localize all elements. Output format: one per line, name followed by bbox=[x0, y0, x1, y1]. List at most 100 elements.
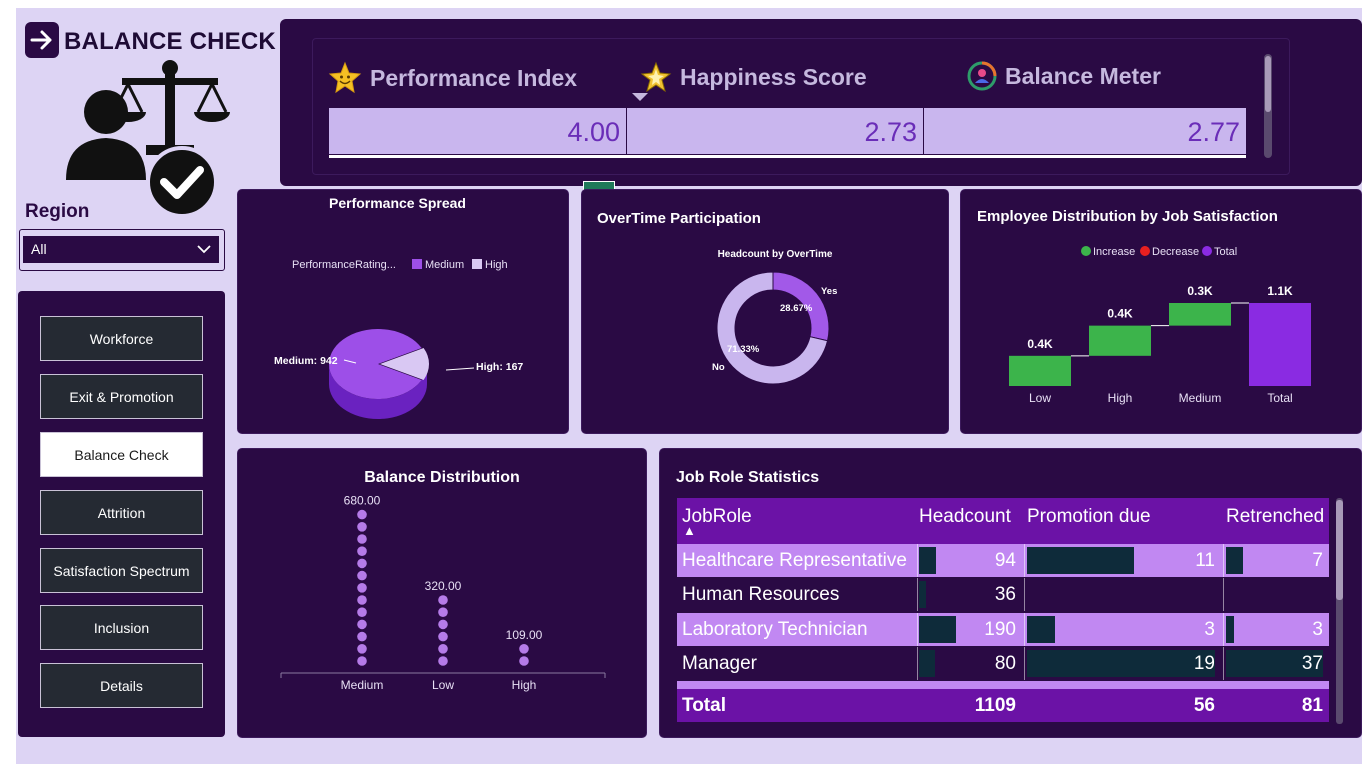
legend-total: Total bbox=[1214, 246, 1237, 258]
table-total-row: Total 1109 56 81 bbox=[677, 689, 1329, 722]
cell-headcount: 190 bbox=[984, 619, 1016, 640]
legend-swatch-medium bbox=[412, 259, 422, 269]
legend-increase: Increase bbox=[1093, 246, 1135, 258]
smiling-star-icon bbox=[328, 61, 362, 94]
waterfall-value-low: 0.4K bbox=[1027, 337, 1053, 351]
dot-value-medium: 680.00 bbox=[344, 494, 381, 508]
col-headcount[interactable]: Headcount bbox=[919, 498, 1011, 536]
dot-low bbox=[438, 631, 448, 642]
kpi-performance-value: 4.00 bbox=[329, 108, 626, 154]
cell-retrenched: 37 bbox=[1301, 653, 1323, 674]
dot-high bbox=[519, 644, 529, 654]
table-header: JobRole ▲ Headcount Promotion due Retren… bbox=[677, 498, 1329, 544]
col-retrenched[interactable]: Retrenched bbox=[1226, 498, 1324, 536]
dot-high bbox=[519, 656, 529, 666]
dot-medium bbox=[357, 619, 367, 630]
legend-label-medium: Medium bbox=[425, 259, 464, 271]
table-scrollbar[interactable] bbox=[1336, 498, 1343, 724]
dot-medium bbox=[357, 546, 367, 556]
dot-low bbox=[438, 595, 448, 605]
legend-decrease: Decrease bbox=[1152, 246, 1199, 258]
legend-dot-decrease bbox=[1140, 246, 1150, 256]
performance-spread-panel: Performance Spread PerformanceRating... … bbox=[238, 190, 568, 433]
waterfall-category-medium: Medium bbox=[1179, 391, 1222, 405]
region-dropdown[interactable]: All bbox=[19, 229, 225, 271]
pie-label-high: High: 167 bbox=[476, 361, 523, 373]
waterfall-chart: Increase Decrease Total 0.4K Low 0.4K High 0… bbox=[1009, 246, 1311, 405]
balance-meter-icon bbox=[967, 61, 997, 91]
legend-dot-total bbox=[1202, 246, 1212, 256]
dot-medium bbox=[357, 534, 367, 544]
cell-headcount: 94 bbox=[994, 550, 1016, 571]
kpi-scrollbar[interactable] bbox=[1264, 54, 1272, 158]
table-row[interactable]: Human Resources 36 bbox=[677, 578, 1329, 611]
table-row[interactable]: Laboratory Technician 190 3 3 bbox=[677, 613, 1329, 646]
dot-value-low: 320.00 bbox=[425, 579, 462, 593]
total-retrenched: 81 bbox=[1301, 695, 1323, 716]
sort-asc-icon: ▲ bbox=[683, 523, 696, 538]
dot-plot-chart: 680.00 Medium 320.00 Low 109.00 High bbox=[280, 494, 606, 692]
region-value: All bbox=[31, 241, 47, 257]
donut-label-no: No bbox=[712, 362, 725, 373]
waterfall-bar-low bbox=[1009, 355, 1071, 386]
cell-jobrole: Healthcare Representative bbox=[682, 550, 907, 571]
kpi-balance-label: Balance Meter bbox=[1005, 62, 1161, 89]
table-row[interactable]: Healthcare Representative 94 11 7 bbox=[677, 544, 1329, 577]
nav-balance-check[interactable]: Balance Check bbox=[40, 432, 203, 477]
dot-low bbox=[438, 619, 448, 630]
col-promotion[interactable]: Promotion due bbox=[1027, 498, 1151, 536]
sort-caret-icon bbox=[632, 93, 648, 101]
dot-category-high: High bbox=[512, 678, 537, 692]
dot-medium bbox=[357, 607, 367, 617]
table-row[interactable]: Manager 80 19 37 bbox=[677, 647, 1329, 680]
cell-headcount: 36 bbox=[994, 584, 1016, 605]
cell-retrenched: 3 bbox=[1312, 619, 1323, 640]
balance-scale-person-icon bbox=[66, 60, 230, 218]
job-satisfaction-panel: Employee Distribution by Job Satisfactio… bbox=[961, 190, 1361, 433]
nav-satisfaction-spectrum[interactable]: Satisfaction Spectrum bbox=[40, 548, 203, 593]
dot-medium bbox=[357, 509, 367, 520]
page-title: BALANCE CHECK bbox=[64, 28, 276, 55]
pie-label-medium: Medium: 942 bbox=[274, 355, 338, 367]
overtime-donut-chart: Headcount by OverTime 28.67% 71.33% Yes … bbox=[712, 249, 837, 385]
nav-details[interactable]: Details bbox=[40, 663, 203, 708]
cell-jobrole: Manager bbox=[682, 653, 757, 674]
donut-pct-no: 71.33% bbox=[727, 344, 760, 355]
cell-retrenched: 7 bbox=[1312, 550, 1323, 571]
waterfall-bar-medium bbox=[1169, 303, 1231, 326]
kpi-performance-label: Performance Index bbox=[370, 64, 578, 91]
donut-subtitle: Headcount by OverTime bbox=[718, 249, 833, 260]
kpi-balance-value: 2.77 bbox=[924, 108, 1246, 154]
table-row-partial bbox=[677, 681, 1329, 689]
dot-low bbox=[438, 644, 448, 654]
back-button[interactable] bbox=[25, 22, 59, 58]
dot-medium bbox=[357, 631, 367, 642]
dot-value-high: 109.00 bbox=[506, 628, 543, 642]
chevron-down-icon bbox=[197, 245, 211, 254]
dot-medium bbox=[357, 644, 367, 654]
nav-workforce[interactable]: Workforce bbox=[40, 316, 203, 361]
donut bbox=[716, 271, 830, 385]
cell-jobrole: Laboratory Technician bbox=[682, 619, 868, 640]
total-headcount: 1109 bbox=[974, 695, 1016, 716]
nav-attrition[interactable]: Attrition bbox=[40, 490, 203, 535]
dot-low bbox=[438, 656, 448, 666]
dot-medium bbox=[357, 656, 367, 666]
legend-title: PerformanceRating... bbox=[292, 259, 396, 271]
cell-retrenched bbox=[1226, 578, 1323, 611]
waterfall-value-high: 0.4K bbox=[1107, 307, 1133, 321]
kpi-happiness-value: 2.73 bbox=[627, 108, 923, 154]
job-role-title: Job Role Statistics bbox=[676, 469, 820, 486]
dot-category-low: Low bbox=[432, 678, 454, 692]
cell-promotion bbox=[1027, 578, 1215, 611]
nav-inclusion[interactable]: Inclusion bbox=[40, 605, 203, 650]
dot-low bbox=[438, 607, 448, 617]
cell-promotion: 3 bbox=[1204, 619, 1215, 640]
nav-exit-promotion[interactable]: Exit & Promotion bbox=[40, 374, 203, 419]
waterfall-bar-total bbox=[1249, 303, 1311, 386]
overtime-panel: OverTime Participation Headcount by Over… bbox=[582, 190, 948, 433]
waterfall-category-high: High bbox=[1108, 391, 1133, 405]
waterfall-value-medium: 0.3K bbox=[1187, 284, 1213, 298]
waterfall-category-low: Low bbox=[1029, 391, 1051, 405]
cell-jobrole: Human Resources bbox=[682, 584, 840, 605]
